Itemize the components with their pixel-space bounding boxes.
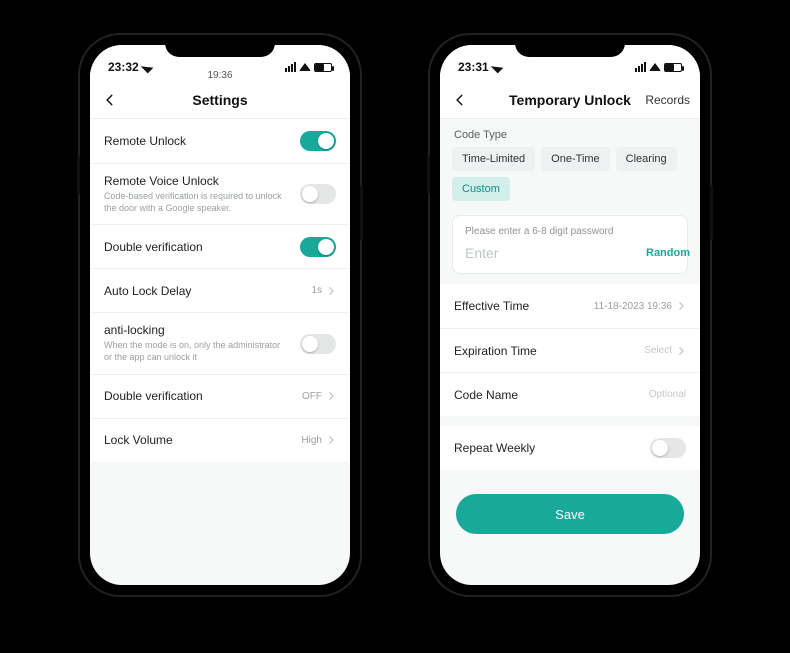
wifi-icon bbox=[649, 63, 661, 71]
notch bbox=[165, 35, 275, 57]
row-sublabel: Code-based verification is required to u… bbox=[104, 191, 284, 214]
chevron-right-icon bbox=[326, 435, 336, 445]
row-value: Optional bbox=[649, 389, 686, 400]
row-auto-lock-delay[interactable]: Auto Lock Delay 1s bbox=[90, 268, 350, 312]
toggle-remote-unlock[interactable] bbox=[300, 131, 336, 151]
row-anti-locking[interactable]: anti-locking When the mode is on, only t… bbox=[90, 312, 350, 373]
row-code-name[interactable]: Code Name Optional bbox=[440, 372, 700, 416]
back-button[interactable] bbox=[100, 90, 120, 110]
status-time: 23:31 bbox=[458, 60, 489, 74]
page-title: Temporary Unlock bbox=[509, 92, 631, 108]
row-value: 11-18-2023 19:36 bbox=[594, 301, 672, 312]
page-title: Settings bbox=[192, 92, 247, 108]
row-label: Double verification bbox=[104, 389, 203, 403]
row-value: OFF bbox=[302, 391, 322, 402]
chevron-right-icon bbox=[676, 346, 686, 356]
row-label: Remote Unlock bbox=[104, 134, 186, 148]
status-time-center: 19:36 bbox=[207, 70, 232, 81]
phone-temporary-unlock: 23:31 Temporary Unlock Records Code Type… bbox=[430, 35, 710, 595]
row-value: 1s bbox=[311, 285, 322, 296]
signal-icon bbox=[285, 62, 296, 72]
location-icon bbox=[490, 61, 503, 74]
temporary-unlock-content: Code Type Time-Limited One-Time Clearing… bbox=[440, 119, 700, 585]
toggle-double-verification[interactable] bbox=[300, 237, 336, 257]
chevron-right-icon bbox=[326, 286, 336, 296]
row-value: High bbox=[301, 435, 322, 446]
toggle-remote-voice[interactable] bbox=[300, 184, 336, 204]
status-time: 23:32 bbox=[108, 60, 139, 74]
row-label: Remote Voice Unlock bbox=[104, 174, 284, 188]
toggle-anti-locking[interactable] bbox=[300, 334, 336, 354]
toggle-repeat-weekly[interactable] bbox=[650, 438, 686, 458]
row-repeat-weekly[interactable]: Repeat Weekly bbox=[440, 426, 700, 470]
row-label: Expiration Time bbox=[454, 344, 537, 358]
chip-custom[interactable]: Custom bbox=[452, 177, 510, 201]
records-button[interactable]: Records bbox=[645, 93, 690, 107]
wifi-icon bbox=[299, 63, 311, 71]
row-lock-volume[interactable]: Lock Volume High bbox=[90, 418, 350, 462]
row-expiration-time[interactable]: Expiration Time Select bbox=[440, 328, 700, 372]
password-card: Please enter a 6-8 digit password Random bbox=[452, 215, 688, 274]
chip-time-limited[interactable]: Time-Limited bbox=[452, 147, 535, 171]
location-icon bbox=[140, 61, 153, 74]
battery-icon bbox=[314, 63, 332, 72]
save-button[interactable]: Save bbox=[456, 494, 684, 534]
chevron-right-icon bbox=[676, 301, 686, 311]
chevron-right-icon bbox=[326, 391, 336, 401]
row-remote-unlock[interactable]: Remote Unlock bbox=[90, 119, 350, 163]
row-label: Repeat Weekly bbox=[454, 441, 535, 455]
battery-icon bbox=[664, 63, 682, 72]
row-effective-time[interactable]: Effective Time 11-18-2023 19:36 bbox=[440, 284, 700, 328]
row-value: Select bbox=[644, 345, 672, 356]
row-label: Lock Volume bbox=[104, 433, 173, 447]
row-remote-voice-unlock[interactable]: Remote Voice Unlock Code-based verificat… bbox=[90, 163, 350, 224]
row-double-verification[interactable]: Double verification bbox=[90, 224, 350, 268]
row-label: Auto Lock Delay bbox=[104, 284, 191, 298]
password-input[interactable] bbox=[465, 245, 646, 261]
code-type-label: Code Type bbox=[440, 119, 700, 147]
chip-clearing[interactable]: Clearing bbox=[616, 147, 677, 171]
row-double-verification-2[interactable]: Double verification OFF bbox=[90, 374, 350, 418]
row-label: Code Name bbox=[454, 388, 518, 402]
row-label: anti-locking bbox=[104, 323, 284, 337]
random-button[interactable]: Random bbox=[646, 247, 690, 259]
navbar: Settings bbox=[90, 81, 350, 119]
back-button[interactable] bbox=[450, 90, 470, 110]
code-type-chips: Time-Limited One-Time Clearing Custom bbox=[440, 147, 700, 211]
navbar: Temporary Unlock Records bbox=[440, 81, 700, 119]
screen-temporary-unlock: 23:31 Temporary Unlock Records Code Type… bbox=[440, 45, 700, 585]
row-label: Effective Time bbox=[454, 299, 529, 313]
signal-icon bbox=[635, 62, 646, 72]
notch bbox=[515, 35, 625, 57]
settings-list: Remote Unlock Remote Voice Unlock Code-b… bbox=[90, 119, 350, 585]
chip-one-time[interactable]: One-Time bbox=[541, 147, 610, 171]
password-hint: Please enter a 6-8 digit password bbox=[465, 226, 675, 237]
screen-settings: 23:32 19:36 Settings Remote Unlock bbox=[90, 45, 350, 585]
phone-settings: 23:32 19:36 Settings Remote Unlock bbox=[80, 35, 360, 595]
row-sublabel: When the mode is on, only the administra… bbox=[104, 340, 284, 363]
row-label: Double verification bbox=[104, 240, 203, 254]
